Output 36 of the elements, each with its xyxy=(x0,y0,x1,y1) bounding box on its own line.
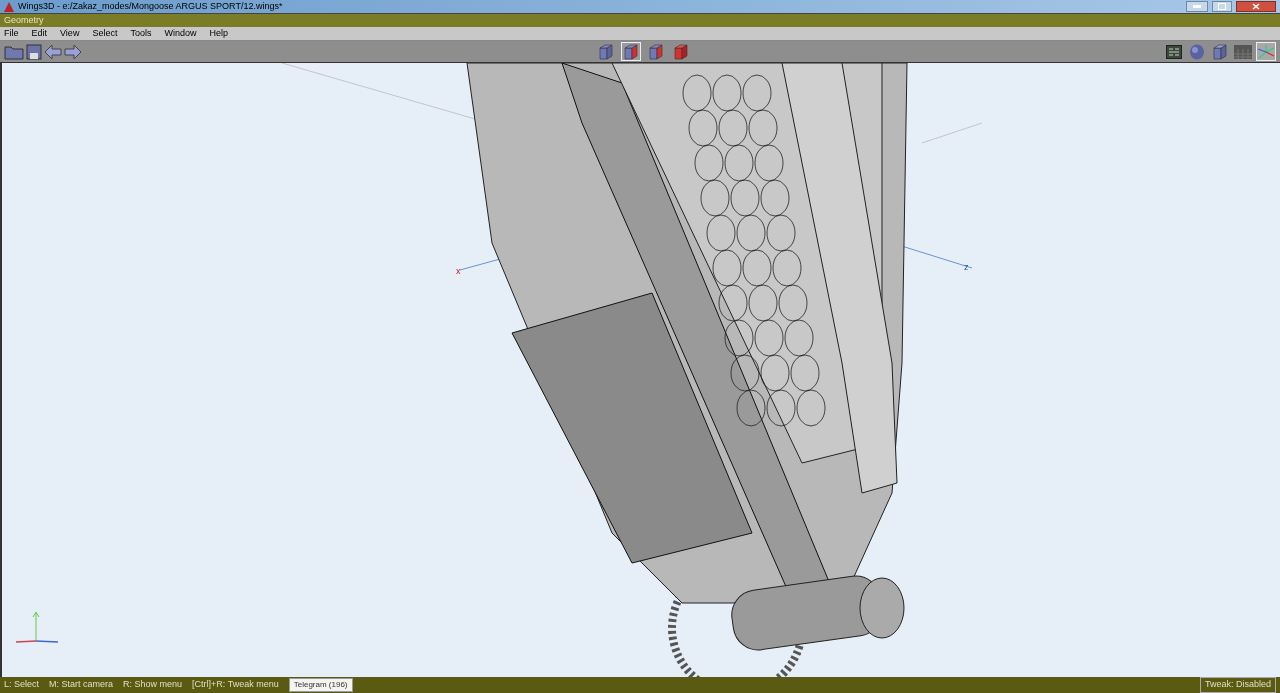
restore-icon xyxy=(1218,3,1226,10)
menu-item[interactable]: Window xyxy=(164,26,197,41)
axis-label: z xyxy=(964,261,969,274)
app-icon xyxy=(4,1,14,12)
save-icon[interactable] xyxy=(26,43,42,60)
sphere-icon xyxy=(1189,43,1205,60)
axes-icon xyxy=(1257,43,1275,60)
close-icon xyxy=(1252,3,1260,10)
menu-item[interactable]: Select xyxy=(92,26,118,41)
axis-label: x xyxy=(456,265,461,278)
right-arrow-icon[interactable] xyxy=(64,43,82,60)
status-hint: L: Select xyxy=(4,678,40,692)
selection-mode-button[interactable] xyxy=(620,42,641,61)
tweak-status: Tweak: Disabled xyxy=(1199,677,1276,693)
menu-item[interactable]: Tools xyxy=(130,26,152,41)
window-title: Wings3D - e:/Zakaz_modes/Mongoose ARGUS SPORT/12.wings* xyxy=(18,2,283,11)
panel-title: Geometry xyxy=(4,13,44,27)
status-hint: M: Start camera xyxy=(49,678,114,692)
view-mode-button[interactable] xyxy=(1256,42,1276,61)
left-arrow-icon[interactable] xyxy=(44,43,62,60)
menu-item[interactable]: Edit xyxy=(31,26,48,41)
menu-item[interactable]: File xyxy=(4,26,19,41)
ground-icon xyxy=(1234,44,1252,59)
maximize-button[interactable] xyxy=(1212,1,1232,12)
menu-item[interactable]: Help xyxy=(209,26,228,41)
view-mode-button[interactable] xyxy=(1210,42,1230,61)
telegram-tab[interactable]: Telegram (196) xyxy=(288,678,353,692)
view-mode-button[interactable] xyxy=(1233,42,1253,61)
menu-item[interactable]: View xyxy=(60,26,80,41)
close-button[interactable] xyxy=(1236,1,1276,12)
minimize-button[interactable] xyxy=(1186,1,1208,12)
minimize-icon xyxy=(1193,5,1201,8)
status-hint: [Ctrl]+R: Tweak menu xyxy=(192,678,279,692)
status-hint: R: Show menu xyxy=(123,678,183,692)
grid-icon xyxy=(1166,44,1182,59)
view-mode-button[interactable] xyxy=(1164,42,1184,61)
